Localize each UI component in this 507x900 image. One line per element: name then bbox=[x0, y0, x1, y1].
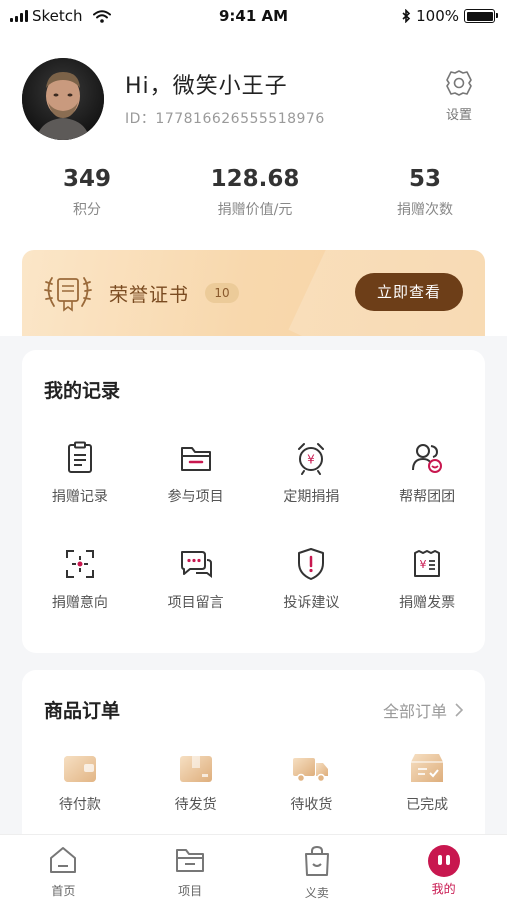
profile-header: Hi，微笑小王子 ID：177816626555518976 设置 bbox=[22, 58, 485, 144]
records-row-1: 捐赠记录 参与项目 ¥ 定期捐捐 帮帮团团 bbox=[22, 440, 485, 506]
order-status-label: 待收货 bbox=[290, 797, 333, 813]
record-item-donation-intent[interactable]: 捐赠意向 bbox=[22, 546, 138, 612]
honor-title: 荣誉证书 bbox=[109, 284, 190, 306]
order-pending-shipment[interactable]: 待发货 bbox=[138, 750, 254, 814]
stat-label: 捐赠次数 bbox=[397, 202, 453, 218]
record-item-label: 帮帮团团 bbox=[399, 489, 456, 505]
receipt-icon: ¥ bbox=[414, 550, 441, 577]
order-completed[interactable]: 已完成 bbox=[369, 750, 485, 814]
record-item-project-message[interactable]: 项目留言 bbox=[138, 546, 254, 612]
stat-points[interactable]: 349 积分 bbox=[12, 166, 162, 219]
folder-icon bbox=[180, 447, 211, 471]
battery-percent: 100% bbox=[416, 7, 459, 25]
record-item-projects[interactable]: 参与项目 bbox=[138, 440, 254, 506]
svg-text:¥: ¥ bbox=[420, 558, 427, 571]
tab-label: 项目 bbox=[178, 884, 203, 898]
orders-row: 待付款 待发货 待收货 已完成 bbox=[22, 750, 485, 814]
tab-label: 义卖 bbox=[304, 886, 329, 900]
completed-box-icon bbox=[411, 754, 444, 782]
stat-value: 128.68 bbox=[210, 166, 300, 192]
stats-row: 349 积分 128.68 捐赠价值/元 53 捐赠次数 bbox=[0, 166, 507, 230]
record-item-label: 捐赠发票 bbox=[399, 595, 456, 611]
record-item-complaint[interactable]: 投诉建议 bbox=[254, 546, 370, 612]
tab-home[interactable]: 首页 bbox=[0, 835, 127, 900]
tab-label: 我的 bbox=[431, 882, 456, 896]
all-orders-label: 全部订单 bbox=[382, 702, 447, 721]
record-item-donation-history[interactable]: 捐赠记录 bbox=[22, 440, 138, 506]
order-pending-payment[interactable]: 待付款 bbox=[22, 750, 138, 814]
record-item-label: 捐赠意向 bbox=[51, 595, 108, 611]
record-item-label: 参与项目 bbox=[167, 489, 224, 505]
user-greeting: Hi，微笑小王子 bbox=[125, 74, 288, 99]
chat-bubbles-icon bbox=[180, 551, 212, 578]
battery-icon bbox=[464, 9, 498, 23]
order-pending-receipt[interactable]: 待收货 bbox=[254, 750, 370, 814]
record-item-recurring-donation[interactable]: ¥ 定期捐捐 bbox=[254, 440, 370, 506]
user-id: ID：177816626555518976 bbox=[125, 111, 325, 127]
chevron-right-icon bbox=[455, 703, 463, 717]
orders-card: 商品订单 全部订单 待付款 待发货 待收货 已完成 bbox=[22, 670, 485, 834]
project-folder-icon bbox=[176, 849, 205, 872]
honor-count-badge: 10 bbox=[205, 283, 239, 303]
records-card: 我的记录 捐赠记录 参与项目 ¥ 定期捐捐 帮帮团团 捐赠意向 项目留言 投诉建… bbox=[22, 350, 485, 653]
tab-projects[interactable]: 项目 bbox=[127, 835, 254, 900]
clipboard-icon bbox=[67, 441, 92, 473]
status-bar: Sketch 9:41 AM 100% bbox=[0, 0, 507, 32]
settings-button[interactable]: 设置 bbox=[441, 68, 477, 123]
all-orders-link[interactable]: 全部订单 bbox=[383, 698, 463, 722]
stat-value: 349 bbox=[62, 166, 111, 192]
group-icon bbox=[412, 444, 443, 473]
record-item-label: 捐赠记录 bbox=[51, 489, 108, 505]
settings-label: 设置 bbox=[445, 108, 472, 123]
record-item-help-group[interactable]: 帮帮团团 bbox=[369, 440, 485, 506]
truck-icon bbox=[293, 758, 329, 783]
honor-certificate-banner[interactable]: 荣誉证书 10 立即查看 bbox=[22, 250, 485, 336]
stat-donation-count[interactable]: 53 捐赠次数 bbox=[350, 166, 500, 219]
tab-label: 首页 bbox=[51, 884, 76, 898]
laurel-certificate-icon bbox=[44, 277, 92, 312]
shopping-bag-icon bbox=[304, 845, 329, 876]
orders-title: 商品订单 bbox=[44, 700, 121, 722]
order-status-label: 已完成 bbox=[406, 797, 449, 813]
record-item-label: 项目留言 bbox=[167, 595, 224, 611]
stat-donation-value[interactable]: 128.68 捐赠价值/元 bbox=[180, 166, 330, 219]
gear-icon bbox=[446, 70, 472, 96]
svg-text:¥: ¥ bbox=[308, 453, 316, 467]
order-status-label: 待发货 bbox=[174, 797, 217, 813]
bottom-tab-bar: 首页 项目 义卖 我的 bbox=[0, 834, 507, 900]
view-now-button[interactable]: 立即查看 bbox=[355, 273, 463, 311]
record-item-label: 定期捐捐 bbox=[283, 489, 340, 505]
record-item-invoice[interactable]: ¥ 捐赠发票 bbox=[369, 546, 485, 612]
stat-label: 积分 bbox=[73, 202, 101, 218]
shield-alert-icon bbox=[298, 548, 325, 580]
box-icon bbox=[179, 756, 212, 782]
home-icon bbox=[50, 847, 77, 873]
tab-charity-sale[interactable]: 义卖 bbox=[254, 835, 381, 900]
profile-face-icon bbox=[427, 845, 460, 877]
record-item-label: 投诉建议 bbox=[283, 595, 340, 611]
records-row-2: 捐赠意向 项目留言 投诉建议 ¥ 捐赠发票 bbox=[22, 546, 485, 612]
wallet-icon bbox=[63, 756, 96, 782]
bluetooth-icon bbox=[402, 9, 411, 23]
records-title: 我的记录 bbox=[44, 380, 121, 402]
tab-me[interactable]: 我的 bbox=[380, 835, 507, 900]
order-status-label: 待付款 bbox=[58, 797, 101, 813]
stat-value: 53 bbox=[408, 166, 441, 192]
stat-label: 捐赠价值/元 bbox=[217, 202, 293, 218]
target-focus-icon bbox=[65, 550, 94, 578]
avatar[interactable] bbox=[22, 58, 104, 140]
alarm-clock-icon: ¥ bbox=[298, 443, 325, 475]
